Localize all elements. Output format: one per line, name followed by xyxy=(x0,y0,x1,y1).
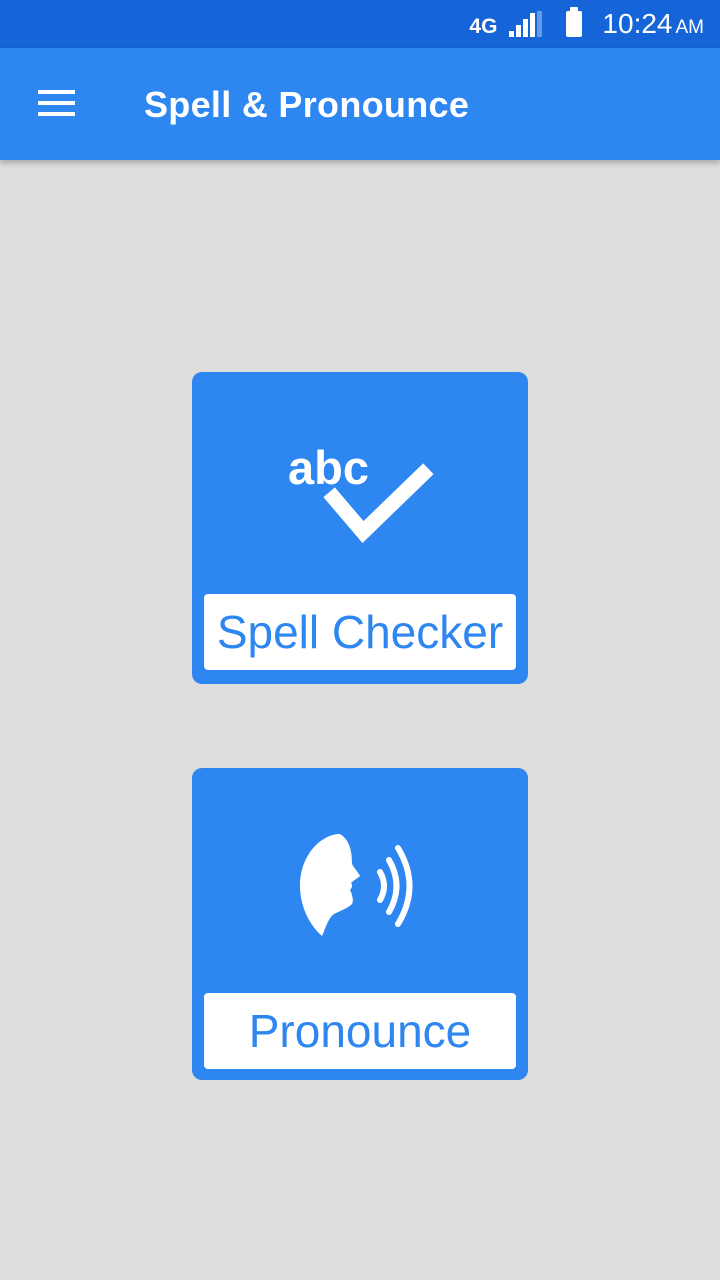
battery-icon xyxy=(566,7,583,37)
spell-checker-card[interactable]: abc Spell Checker xyxy=(192,372,528,684)
signal-icon xyxy=(509,11,544,37)
pronounce-card[interactable]: Pronounce xyxy=(192,768,528,1080)
status-indicators: 4G 10:24 AM xyxy=(469,0,704,48)
pronounce-label: Pronounce xyxy=(204,993,516,1069)
network-type: 4G xyxy=(469,15,498,38)
app-title: Spell & Pronounce xyxy=(144,84,470,125)
abc-check-icon: abc xyxy=(288,441,434,543)
status-bar: 4G 10:24 AM xyxy=(0,0,720,48)
menu-button[interactable] xyxy=(28,80,84,128)
clock-time: 10:24 xyxy=(602,8,673,39)
speaking-head-icon xyxy=(300,834,413,936)
spell-checker-label: Spell Checker xyxy=(204,594,516,670)
clock-ampm: AM xyxy=(675,17,705,38)
app-bar: Spell & Pronounce xyxy=(0,48,720,160)
clock: 10:24 AM xyxy=(602,8,704,40)
abc-icon-text: abc xyxy=(288,441,369,494)
